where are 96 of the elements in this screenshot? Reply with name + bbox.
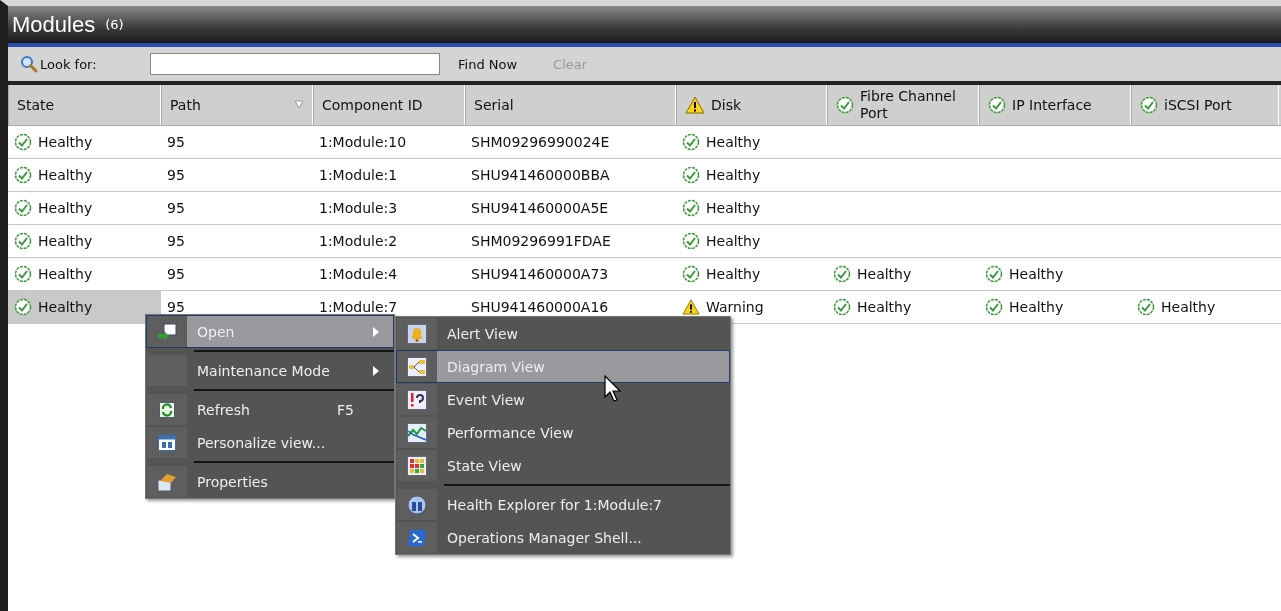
event-icon [407,389,427,410]
table-cell-text: 95 [166,265,186,284]
table-cell: Healthy [8,225,161,257]
table-cell: Healthy [1131,291,1279,323]
menu-item[interactable]: Refresh F5 [146,393,394,426]
window-title: Modules [12,11,96,38]
table-cell: Healthy [676,225,827,257]
column-header[interactable]: State [8,85,161,125]
table-cell-text: SHU941460000A73 [470,265,610,284]
diagram-icon [407,356,427,377]
check-circle-icon [682,199,700,217]
column-header[interactable]: Serial [465,85,676,125]
shell-prompt-icon [407,528,427,547]
check-circle-icon [985,298,1003,316]
table-cell: Healthy [8,159,161,191]
check-circle-icon [682,166,700,184]
table-cell-text: 95 [166,232,186,251]
table-cell-text: 95 [166,133,186,152]
column-header[interactable]: Component ID [313,85,465,125]
binoculars-icon [407,494,427,515]
check-circle-icon [985,265,1003,283]
item-count: (6) [105,17,124,32]
table-cell-text: SHM09296991FDAE [470,232,612,251]
table-cell: Healthy [8,291,161,323]
table-row[interactable]: Healthy 95 1:Module:2 SHM09296991FDAE Healthy [8,225,1281,258]
table-cell-text: 95 [166,166,186,185]
table-cell-text: 1:Module:3 [318,199,399,218]
check-circle-icon [14,166,32,184]
table-cell-text: SHU941460000A5E [470,199,610,218]
menu-item[interactable]: Event View [396,383,730,416]
warning-icon [682,299,700,315]
table-cell: Healthy [8,258,161,290]
check-circle-icon [14,133,32,151]
window-columns-icon [158,434,176,451]
properties-icon [157,471,177,492]
table-cell-text: 1:Module:2 [318,232,399,251]
search-icon [20,55,38,73]
shortcut-label: F5 [337,401,354,418]
menu-item[interactable]: Properties [146,465,394,498]
table-cell: Healthy [827,291,979,323]
table-cell: Healthy [676,126,827,158]
column-header[interactable]: Disk [676,85,827,125]
check-circle-icon [14,232,32,250]
table-cell-text: SHU941460000BBA [470,166,611,185]
table-cell-text: 95 [166,199,186,218]
check-circle-icon [833,298,851,316]
search-label: Look for: [40,56,98,72]
refresh-icon [159,401,175,418]
menu-item[interactable]: State View [396,449,730,482]
table-row[interactable]: Healthy 95 1:Module:3 SHU941460000A5E Healthy [8,192,1281,225]
column-header[interactable]: Fibre Channel Port [827,85,979,125]
check-circle-icon [1137,298,1155,316]
line-graph-icon [407,422,427,443]
menu-item[interactable]: Maintenance Mode [146,354,394,387]
bell-icon [407,323,427,344]
table-cell-text: SHM09296990024E [470,133,611,152]
table-cell: Healthy [8,192,161,224]
check-circle-icon [682,133,700,151]
table-cell-text: 95 [166,298,186,317]
check-circle-icon [682,232,700,250]
warning-icon [685,96,705,114]
check-circle-icon [14,199,32,217]
table-row[interactable]: Healthy 95 1:Module:10 SHM09296990024E Healthy [8,126,1281,159]
menu-item[interactable]: Health Explorer for 1:Module:7 [396,488,730,521]
search-field[interactable] [150,53,440,75]
table-cell: Healthy [979,258,1131,290]
table-cell: Healthy [676,258,827,290]
table-cell-text: 1:Module:4 [318,265,399,284]
column-header[interactable]: iSCSI Port [1131,85,1279,125]
table-cell-text: SHU941460000A16 [470,298,610,317]
menu-item[interactable]: Personalize view... [146,426,394,459]
check-circle-icon [836,96,854,114]
color-grid-icon [407,455,427,476]
table-cell: Healthy [979,291,1131,323]
mouse-pointer-icon [604,375,622,403]
column-header[interactable]: IP Interface [979,85,1131,125]
open-arrow-icon [157,322,177,341]
menu-item[interactable]: Performance View [396,416,730,449]
find-now-button[interactable]: Find Now [454,54,522,74]
menu-item[interactable]: Operations Manager Shell... [396,521,730,554]
table-cell-text: 1:Module:1 [318,166,399,185]
table-cell-text: 1:Module:7 [318,298,399,317]
check-circle-icon [682,265,700,283]
check-circle-icon [1140,96,1158,114]
check-circle-icon [14,265,32,283]
check-circle-icon [833,265,851,283]
table-cell: Healthy [676,159,827,191]
check-circle-icon [14,298,32,316]
table-cell: Healthy [827,258,979,290]
column-header[interactable]: Path [161,85,313,125]
table-cell: Healthy [676,192,827,224]
table-cell: Healthy [8,126,161,158]
table-cell-text: 1:Module:10 [318,133,408,152]
check-circle-icon [988,96,1006,114]
table-row[interactable]: Healthy 95 1:Module:4 SHU941460000A73 Healthy Healthy Healthy [8,258,1281,291]
table-row[interactable]: Healthy 95 1:Module:1 SHU941460000BBA Healthy [8,159,1281,192]
